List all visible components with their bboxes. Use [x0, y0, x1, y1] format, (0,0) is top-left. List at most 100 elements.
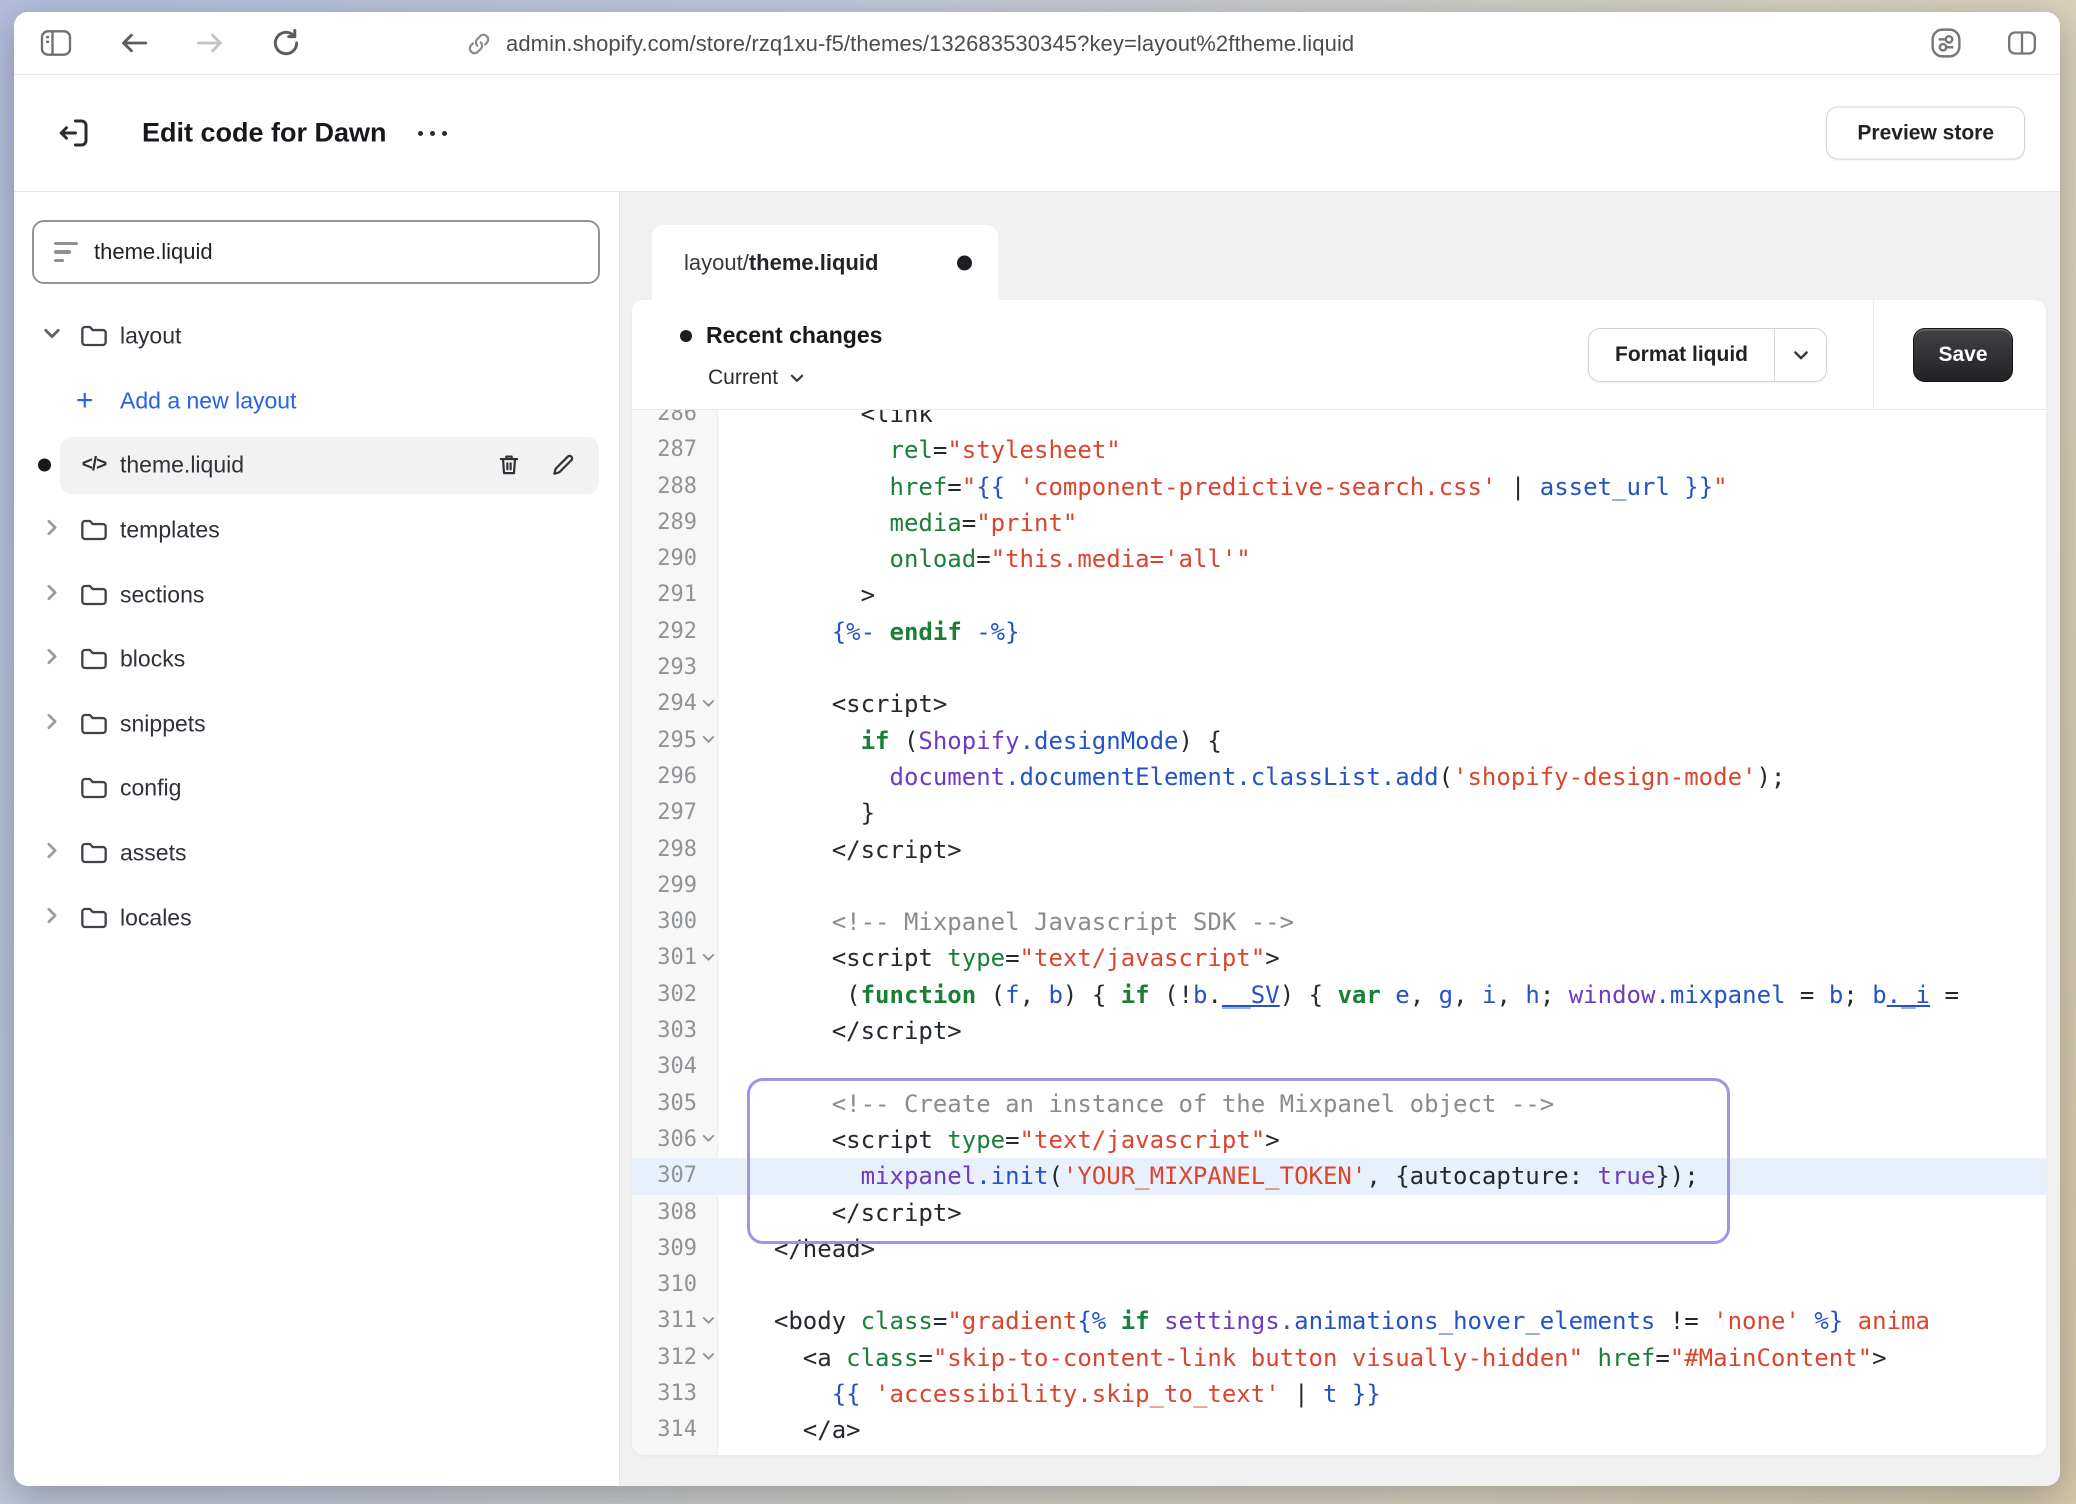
code-line-309[interactable]: 309 </head>	[632, 1231, 2046, 1267]
code-line-content[interactable]: href="{{ 'component-predictive-search.cs…	[718, 469, 2046, 505]
code-line-content[interactable]: <script type="text/javascript">	[718, 940, 2046, 976]
fold-toggle-icon[interactable]	[701, 1340, 716, 1376]
code-line-310[interactable]: 310	[632, 1267, 2046, 1303]
code-line-289[interactable]: 289 media="print"	[632, 505, 2046, 541]
file-search-box[interactable]	[32, 220, 600, 284]
code-line-content[interactable]: </script>	[718, 1013, 2046, 1049]
code-line-298[interactable]: 298 </script>	[632, 832, 2046, 868]
code-line-286[interactable]: 286 <link	[632, 410, 2046, 432]
code-line-290[interactable]: 290 onload="this.media='all'"	[632, 541, 2046, 577]
code-line-content[interactable]: (function (f, b) { if (!b.__SV) { var e,…	[718, 977, 2046, 1013]
code-line-content[interactable]: <a class="skip-to-content-link button vi…	[718, 1340, 2046, 1376]
code-line-content[interactable]: rel="stylesheet"	[718, 432, 2046, 468]
address-bar[interactable]: admin.shopify.com/store/rzq1xu-f5/themes…	[466, 12, 1354, 75]
sidebar-item-templates[interactable]: templates	[14, 498, 619, 563]
code-line-content[interactable]: onload="this.media='all'"	[718, 541, 2046, 577]
code-line-303[interactable]: 303 </script>	[632, 1013, 2046, 1049]
code-line-content[interactable]: <link	[718, 410, 2046, 432]
save-button[interactable]: Save	[1913, 328, 2013, 382]
code-line-301[interactable]: 301 <script type="text/javascript">	[632, 940, 2046, 976]
code-line-content[interactable]: </script>	[718, 1195, 2046, 1231]
code-line-302[interactable]: 302 (function (f, b) { if (!b.__SV) { va…	[632, 977, 2046, 1013]
code-line-content[interactable]: </a>	[718, 1412, 2046, 1448]
code-line-311[interactable]: 311 <body class="gradient{% if settings.…	[632, 1303, 2046, 1339]
sidebar-item-assets[interactable]: assets	[14, 821, 619, 886]
chevron-right-icon[interactable]	[42, 905, 62, 930]
sidebar-item-sections[interactable]: sections	[14, 562, 619, 627]
code-line-306[interactable]: 306 <script type="text/javascript">	[632, 1122, 2046, 1158]
chevron-right-icon[interactable]	[42, 841, 62, 866]
code-line-content[interactable]: <!-- Create an instance of the Mixpanel …	[718, 1086, 2046, 1122]
reload-icon[interactable]	[266, 23, 306, 63]
code-line-287[interactable]: 287 rel="stylesheet"	[632, 432, 2046, 468]
code-line-content[interactable]: >	[718, 577, 2046, 613]
fold-toggle-icon[interactable]	[701, 940, 716, 976]
fold-toggle-icon[interactable]	[701, 723, 716, 759]
exit-editor-button[interactable]	[52, 111, 96, 155]
forward-icon[interactable]	[190, 23, 230, 63]
code-line-content[interactable]: media="print"	[718, 505, 2046, 541]
tab-theme-liquid[interactable]: layout/theme.liquid	[652, 225, 998, 300]
code-line-295[interactable]: 295 if (Shopify.designMode) {	[632, 723, 2046, 759]
code-editor[interactable]: 286 <link287 rel="stylesheet"288 href="{…	[632, 410, 2046, 1455]
code-line-293[interactable]: 293	[632, 650, 2046, 686]
code-line-content[interactable]: </head>	[718, 1231, 2046, 1267]
fold-toggle-icon[interactable]	[701, 686, 716, 722]
back-icon[interactable]	[114, 23, 154, 63]
split-view-icon[interactable]	[2002, 23, 2042, 63]
code-line-content[interactable]: if (Shopify.designMode) {	[718, 723, 2046, 759]
preview-store-button[interactable]: Preview store	[1826, 107, 2025, 160]
code-line-305[interactable]: 305 <!-- Create an instance of the Mixpa…	[632, 1086, 2046, 1122]
code-line-304[interactable]: 304	[632, 1049, 2046, 1085]
code-line-292[interactable]: 292 {%- endif -%}	[632, 614, 2046, 650]
chevron-right-icon[interactable]	[42, 711, 62, 736]
code-line-288[interactable]: 288 href="{{ 'component-predictive-searc…	[632, 469, 2046, 505]
code-line-content[interactable]: {{ 'accessibility.skip_to_text' | t }}	[718, 1376, 2046, 1412]
code-line-content[interactable]	[718, 1267, 2046, 1303]
code-line-299[interactable]: 299	[632, 868, 2046, 904]
code-line-content[interactable]: mixpanel.init('YOUR_MIXPANEL_TOKEN', {au…	[718, 1158, 2046, 1194]
code-line-content[interactable]	[718, 650, 2046, 686]
code-line-314[interactable]: 314 </a>	[632, 1412, 2046, 1448]
chevron-right-icon[interactable]	[42, 582, 62, 607]
format-options-dropdown[interactable]	[1774, 329, 1826, 381]
code-line-312[interactable]: 312 <a class="skip-to-content-link butto…	[632, 1340, 2046, 1376]
sidebar-item-blocks[interactable]: blocks	[14, 627, 619, 692]
page-settings-icon[interactable]	[1926, 23, 1966, 63]
fold-toggle-icon[interactable]	[701, 1303, 716, 1339]
code-line-297[interactable]: 297 }	[632, 795, 2046, 831]
code-line-content[interactable]: <body class="gradient{% if settings.anim…	[718, 1303, 2046, 1339]
code-line-308[interactable]: 308 </script>	[632, 1195, 2046, 1231]
code-line-content[interactable]: <script>	[718, 686, 2046, 722]
code-line-307[interactable]: 307 mixpanel.init('YOUR_MIXPANEL_TOKEN',…	[632, 1158, 2046, 1194]
sidebar-item-snippets[interactable]: snippets	[14, 692, 619, 757]
rename-file-button[interactable]	[545, 447, 581, 483]
code-line-291[interactable]: 291 >	[632, 577, 2046, 613]
format-liquid-button[interactable]: Format liquid	[1589, 329, 1774, 381]
code-line-content[interactable]	[718, 1049, 2046, 1085]
code-line-content[interactable]	[718, 868, 2046, 904]
sidebar-item-theme.liquid[interactable]: </>theme.liquid	[14, 433, 619, 498]
chevron-right-icon[interactable]	[42, 647, 62, 672]
sidebar-item-config[interactable]: config	[14, 756, 619, 821]
code-line-294[interactable]: 294 <script>	[632, 686, 2046, 722]
code-line-content[interactable]: document.documentElement.classList.add('…	[718, 759, 2046, 795]
delete-file-button[interactable]	[491, 447, 527, 483]
chevron-right-icon[interactable]	[42, 518, 62, 543]
code-line-313[interactable]: 313 {{ 'accessibility.skip_to_text' | t …	[632, 1376, 2046, 1412]
code-line-content[interactable]: <!-- Mixpanel Javascript SDK -->	[718, 904, 2046, 940]
sidebar-item-add-a-new-layout[interactable]: +Add a new layout	[14, 369, 619, 434]
sidebar-item-locales[interactable]: locales	[14, 885, 619, 950]
more-actions-button[interactable]	[408, 115, 456, 151]
file-search-input[interactable]	[94, 239, 578, 265]
code-line-content[interactable]: <script type="text/javascript">	[718, 1122, 2046, 1158]
chevron-down-icon[interactable]	[42, 324, 62, 349]
version-dropdown[interactable]: Current	[708, 366, 806, 390]
code-line-content[interactable]: </script>	[718, 832, 2046, 868]
sidebar-item-layout[interactable]: layout	[14, 304, 619, 369]
sidebar-toggle-icon[interactable]	[36, 23, 76, 63]
code-line-300[interactable]: 300 <!-- Mixpanel Javascript SDK -->	[632, 904, 2046, 940]
code-line-content[interactable]: }	[718, 795, 2046, 831]
code-line-content[interactable]: {%- endif -%}	[718, 614, 2046, 650]
fold-toggle-icon[interactable]	[701, 1122, 716, 1158]
